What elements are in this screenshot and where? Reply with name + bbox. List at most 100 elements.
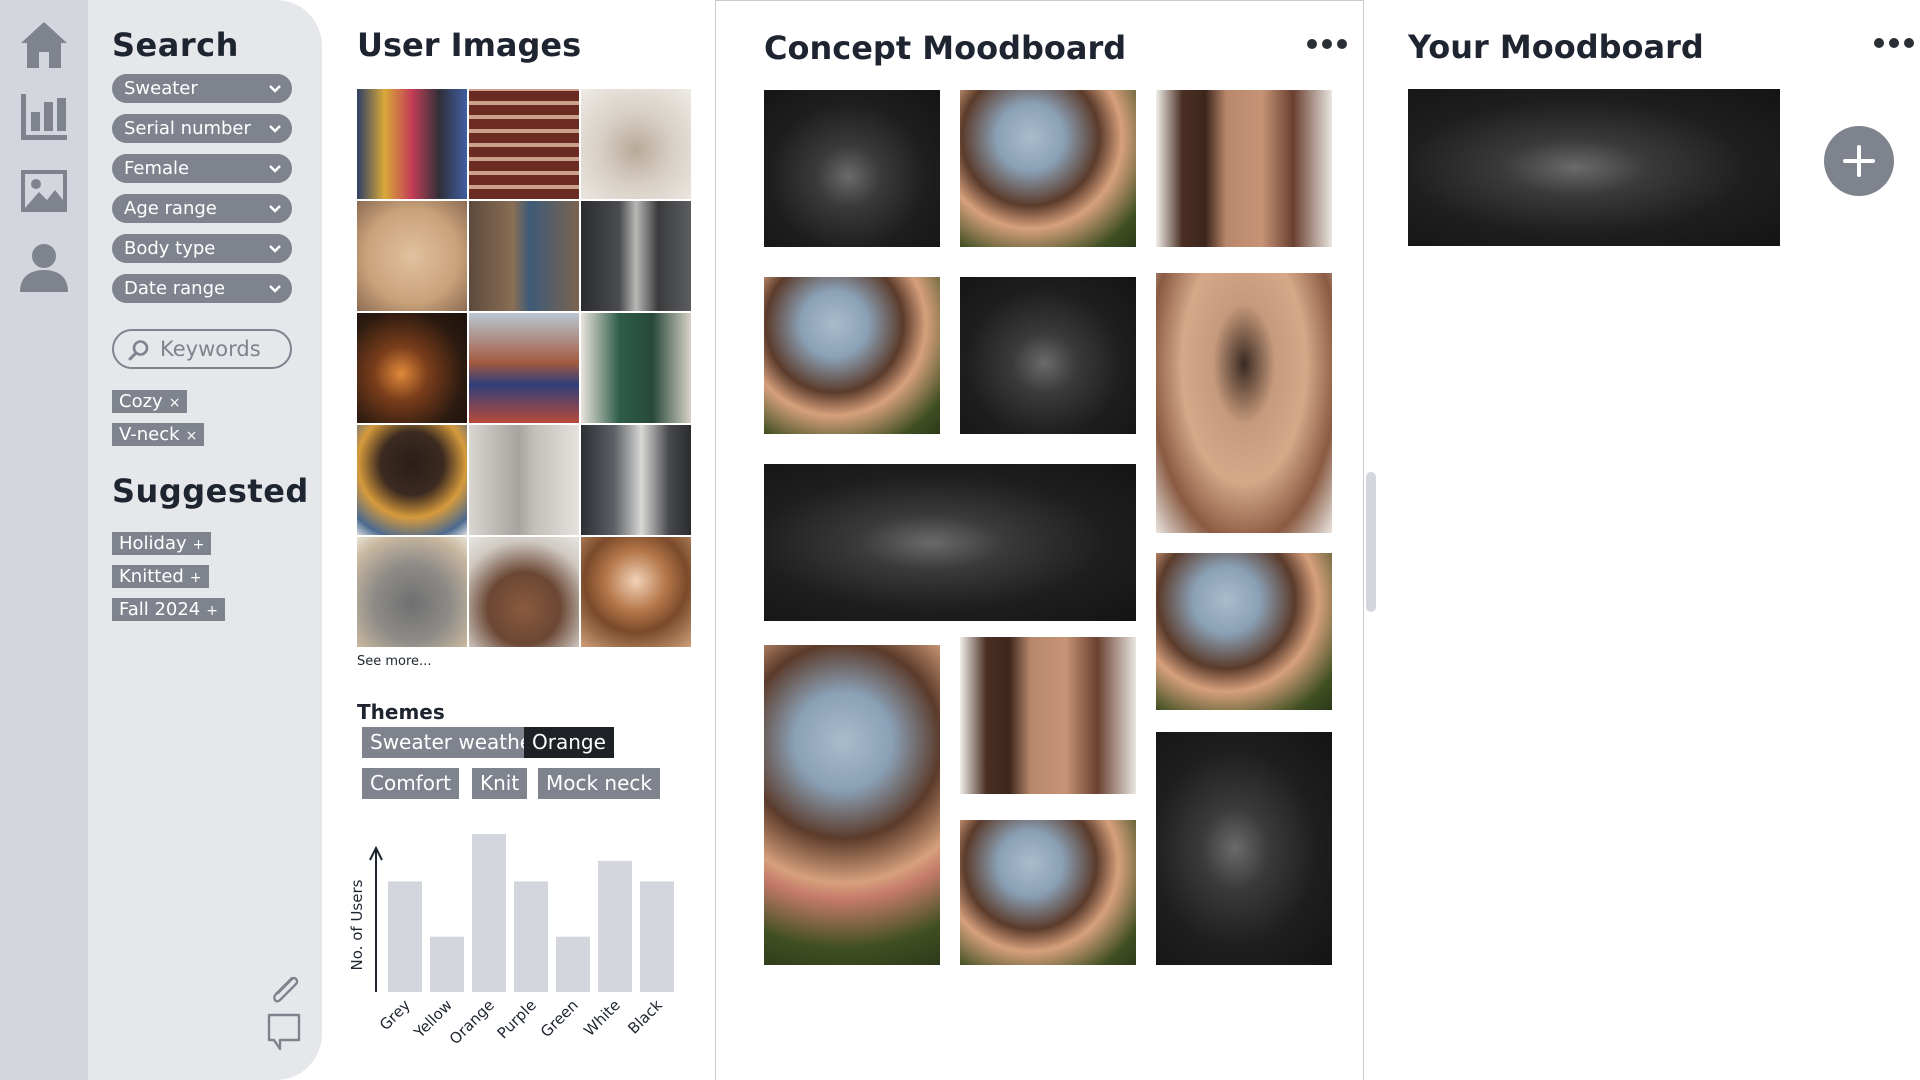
bar-green: [556, 936, 590, 992]
keywords-search-box: [112, 329, 292, 369]
images-nav-button[interactable]: [14, 160, 74, 222]
search-title: Search: [112, 26, 239, 64]
bar-purple: [514, 881, 548, 992]
paperclip-icon[interactable]: [264, 970, 306, 1012]
your-moodboard-more-button[interactable]: [1874, 38, 1914, 48]
chevron-down-icon: [269, 285, 281, 293]
concept-moodboard-title: Concept Moodboard: [764, 29, 1127, 67]
themes-title: Themes: [357, 700, 445, 724]
keywords-input[interactable]: [160, 336, 286, 362]
tag-label: Fall 2024: [119, 599, 201, 620]
profile-nav-button[interactable]: [14, 236, 74, 298]
image-thumbnail[interactable]: [469, 89, 579, 199]
analytics-nav-button[interactable]: [14, 86, 74, 148]
theme-chip-knit[interactable]: Knit: [472, 768, 528, 799]
image-thumbnail[interactable]: [581, 89, 691, 199]
chevron-down-icon: [269, 165, 281, 173]
search-panel: Search Sweater Serial number Female Age …: [88, 0, 322, 1080]
theme-chip-mock-neck[interactable]: Mock neck: [538, 768, 660, 799]
bar-yellow: [430, 936, 464, 992]
moodboard-image[interactable]: [960, 90, 1136, 247]
image-thumbnail[interactable]: [357, 89, 467, 199]
image-thumbnail[interactable]: [357, 425, 467, 535]
moodboard-image[interactable]: [1156, 273, 1332, 533]
moodboard-image[interactable]: [960, 277, 1136, 434]
moodboard-image[interactable]: [764, 90, 940, 247]
theme-chip-orange[interactable]: Orange: [524, 727, 614, 758]
image-thumbnail[interactable]: [469, 201, 579, 311]
moodboard-image[interactable]: [764, 277, 940, 434]
bar-white: [598, 860, 632, 992]
filter-dropdown-serial[interactable]: Serial number: [112, 114, 292, 143]
image-thumbnail[interactable]: [581, 313, 691, 423]
moodboard-image[interactable]: [960, 637, 1136, 794]
icon-rail: [0, 0, 88, 1080]
x-tick-label-green: Green: [537, 996, 582, 1041]
moodboard-image[interactable]: [1156, 90, 1332, 247]
filter-dropdown-category[interactable]: Sweater: [112, 74, 292, 103]
moodboard-image[interactable]: [1156, 553, 1332, 710]
y-axis-label: No. of Users: [348, 879, 366, 970]
image-thumbnail[interactable]: [357, 201, 467, 311]
chevron-down-icon: [269, 85, 281, 93]
x-tick-label-white: White: [580, 996, 624, 1040]
suggested-tag-fall-2024[interactable]: Fall 2024 +: [112, 598, 225, 621]
filter-label: Female: [124, 158, 190, 179]
image-thumbnail[interactable]: [581, 201, 691, 311]
image-thumbnail[interactable]: [357, 537, 467, 647]
theme-color-bar-chart: GreyYellowOrangePurpleGreenWhite Black No…: [348, 834, 674, 1048]
active-tag-cozy: Cozy ×: [112, 390, 188, 413]
add-tag-icon: +: [192, 537, 205, 553]
chart-bars: [388, 834, 674, 992]
search-icon: [128, 340, 149, 361]
suggested-tag-knitted[interactable]: Knitted +: [112, 565, 209, 588]
active-tag-vneck: V-neck ×: [112, 423, 205, 446]
remove-tag-button[interactable]: ×: [186, 428, 198, 444]
filter-label: Age range: [124, 198, 217, 219]
bar-chart-icon: [21, 94, 67, 140]
filter-dropdown-age[interactable]: Age range: [112, 194, 292, 223]
filter-dropdown-date[interactable]: Date range: [112, 274, 292, 303]
image-thumbnail[interactable]: [581, 425, 691, 535]
more-icon-dot: [1337, 39, 1347, 49]
image-thumbnail[interactable]: [469, 313, 579, 423]
filter-dropdown-gender[interactable]: Female: [112, 154, 292, 183]
add-tag-icon: +: [206, 603, 218, 619]
suggested-tag-holiday[interactable]: Holiday +: [112, 532, 212, 555]
user-image-grid: [357, 89, 693, 649]
chart-x-tick-labels: GreyYellowOrangePurpleGreenWhite Black: [376, 996, 666, 1048]
more-icon-dot: [1307, 39, 1317, 49]
more-icon-dot: [1904, 38, 1914, 48]
comment-icon[interactable]: [266, 1012, 302, 1052]
filter-dropdown-body-type[interactable]: Body type: [112, 234, 292, 263]
moodboard-image[interactable]: [1408, 89, 1780, 246]
more-icon-dot: [1889, 38, 1899, 48]
user-icon: [20, 244, 68, 292]
see-more-link[interactable]: See more...: [357, 654, 431, 669]
moodboard-image[interactable]: [764, 464, 1136, 621]
moodboard-image[interactable]: [960, 820, 1136, 965]
image-thumbnail[interactable]: [357, 313, 467, 423]
home-nav-button[interactable]: [14, 14, 74, 76]
theme-chip-sweater-weather[interactable]: Sweater weather: [362, 727, 549, 758]
chevron-down-icon: [269, 125, 281, 133]
your-moodboard-title: Your Moodboard: [1408, 28, 1704, 66]
tag-label: Holiday: [119, 533, 187, 554]
your-moodboard: Your Moodboard: [1364, 0, 1920, 1080]
image-thumbnail[interactable]: [469, 537, 579, 647]
x-tick-label-black: Black: [624, 996, 666, 1038]
image-thumbnail[interactable]: [581, 537, 691, 647]
remove-tag-button[interactable]: ×: [169, 395, 181, 411]
x-tick-label-grey: Grey: [376, 996, 414, 1034]
tag-label: V-neck: [119, 424, 180, 445]
moodboard-image[interactable]: [764, 645, 940, 965]
filter-label: Sweater: [124, 78, 198, 99]
more-icon-dot: [1874, 38, 1884, 48]
add-image-button[interactable]: [1824, 126, 1894, 196]
concept-more-button[interactable]: [1307, 39, 1347, 49]
home-icon: [21, 22, 67, 68]
moodboard-image[interactable]: [1156, 732, 1332, 965]
filter-label: Body type: [124, 238, 216, 259]
image-thumbnail[interactable]: [469, 425, 579, 535]
theme-chip-comfort[interactable]: Comfort: [362, 768, 460, 799]
